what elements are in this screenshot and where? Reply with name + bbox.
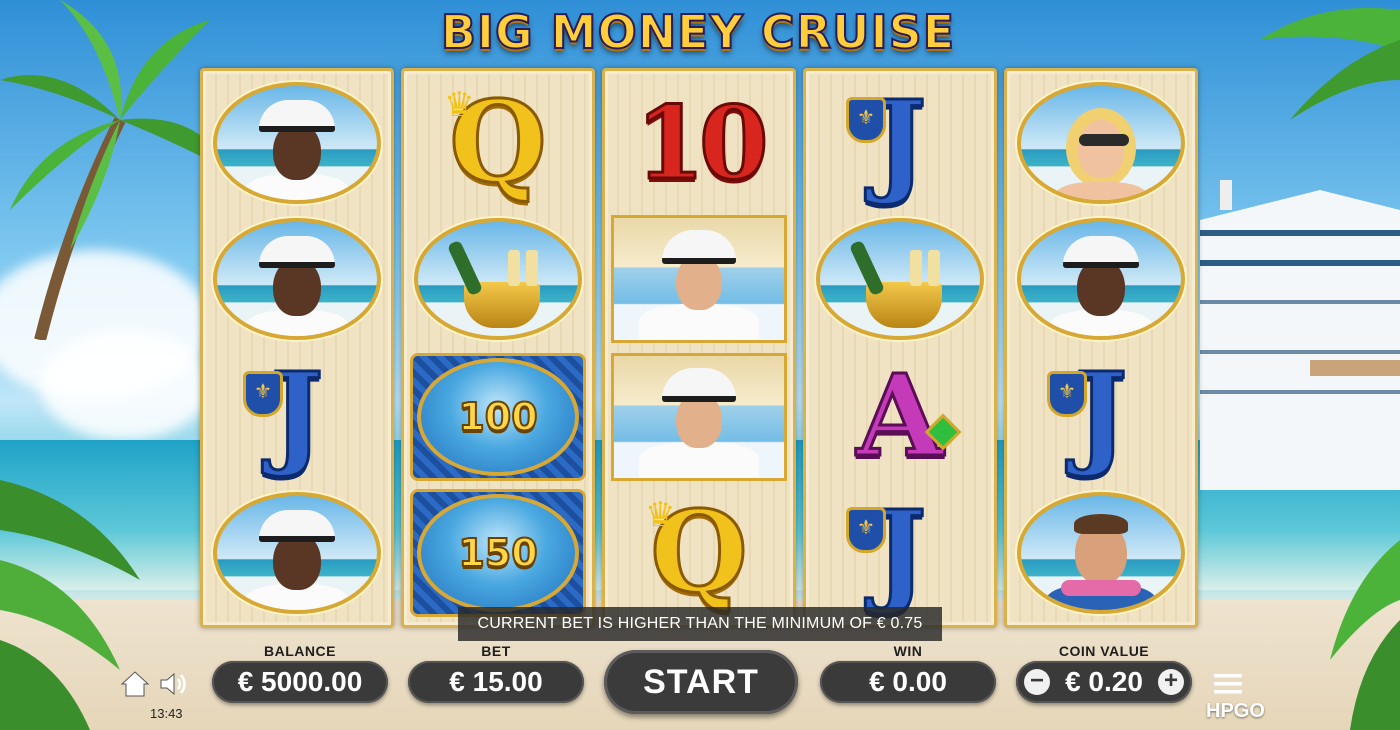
coin-value-decrease-button[interactable]: − [1024, 669, 1050, 695]
coin-value-control: − € 0.20 + [1016, 661, 1192, 703]
win-label: WIN [893, 643, 923, 659]
symbol-coin-100: 100 [410, 353, 586, 481]
symbol-female-officer [1013, 215, 1189, 343]
symbol-man-with-lei [1013, 489, 1189, 617]
balance-display: € 5000.00 [212, 661, 388, 703]
brand-logo: HPGO [1206, 700, 1265, 722]
cloud [40, 330, 210, 440]
start-button[interactable]: START [604, 650, 798, 714]
reel-4: ⚜ J A ⚜ J [803, 68, 997, 628]
symbol-female-officer [209, 489, 385, 617]
symbol-captain [611, 353, 787, 481]
reel-2: ♛ Q 100 150 [401, 68, 595, 628]
reel-grid: ⚜ J ♛ Q 100 150 10 ♛ Q ⚜ J A ⚜ J ⚜ J [200, 68, 1200, 628]
symbol-coin-150: 150 [410, 489, 586, 617]
crown-icon: ♛ [645, 496, 676, 534]
symbol-champagne [410, 215, 586, 343]
bet-label: BET [481, 643, 511, 659]
shield-icon: ⚜ [846, 97, 886, 143]
sound-icon[interactable] [158, 670, 190, 698]
win-display: € 0.00 [820, 661, 996, 703]
shield-icon: ⚜ [1047, 371, 1087, 417]
symbol-queen: ♛ Q [645, 487, 749, 618]
symbol-captain [611, 215, 787, 343]
symbol-queen: ♛ Q [444, 77, 548, 208]
shield-icon: ⚜ [243, 371, 283, 417]
symbol-jack: ⚜ J [812, 489, 988, 617]
symbol-jack: ⚜ J [1013, 351, 1189, 479]
bet-warning-message: CURRENT BET IS HIGHER THAN THE MINIMUM O… [458, 607, 942, 641]
coin-value-display: € 0.20 [1065, 666, 1143, 697]
symbol-champagne [812, 215, 988, 343]
symbol-jack: ⚜ J [812, 79, 988, 207]
symbol-ace: A [812, 353, 988, 481]
symbol-blonde-woman [1013, 79, 1189, 207]
crown-icon: ♛ [444, 86, 475, 124]
reel-5: ⚜ J [1004, 68, 1198, 628]
balance-label: BALANCE [264, 643, 336, 659]
reel-1: ⚜ J [200, 68, 394, 628]
palm-leaves-bottom-right [1330, 540, 1400, 730]
palm-leaves-top-right [1260, 8, 1400, 120]
palm-tree-left [0, 0, 228, 340]
coin-value-increase-button[interactable]: + [1158, 669, 1184, 695]
coin-value-label: COIN VALUE [1058, 643, 1150, 659]
game-title: BIG MONEY CRUISE [440, 4, 956, 60]
clock: 13:43 [150, 706, 183, 721]
symbol-female-officer [209, 79, 385, 207]
symbol-jack: ⚜ J [209, 351, 385, 479]
menu-icon[interactable] [1213, 672, 1243, 696]
cruise-ship [1200, 180, 1400, 490]
bet-display[interactable]: € 15.00 [408, 661, 584, 703]
shield-icon: ⚜ [846, 507, 886, 553]
symbol-female-officer [209, 215, 385, 343]
symbol-ten: 10 [634, 84, 770, 202]
home-icon[interactable] [120, 670, 150, 698]
reel-3: 10 ♛ Q [602, 68, 796, 628]
